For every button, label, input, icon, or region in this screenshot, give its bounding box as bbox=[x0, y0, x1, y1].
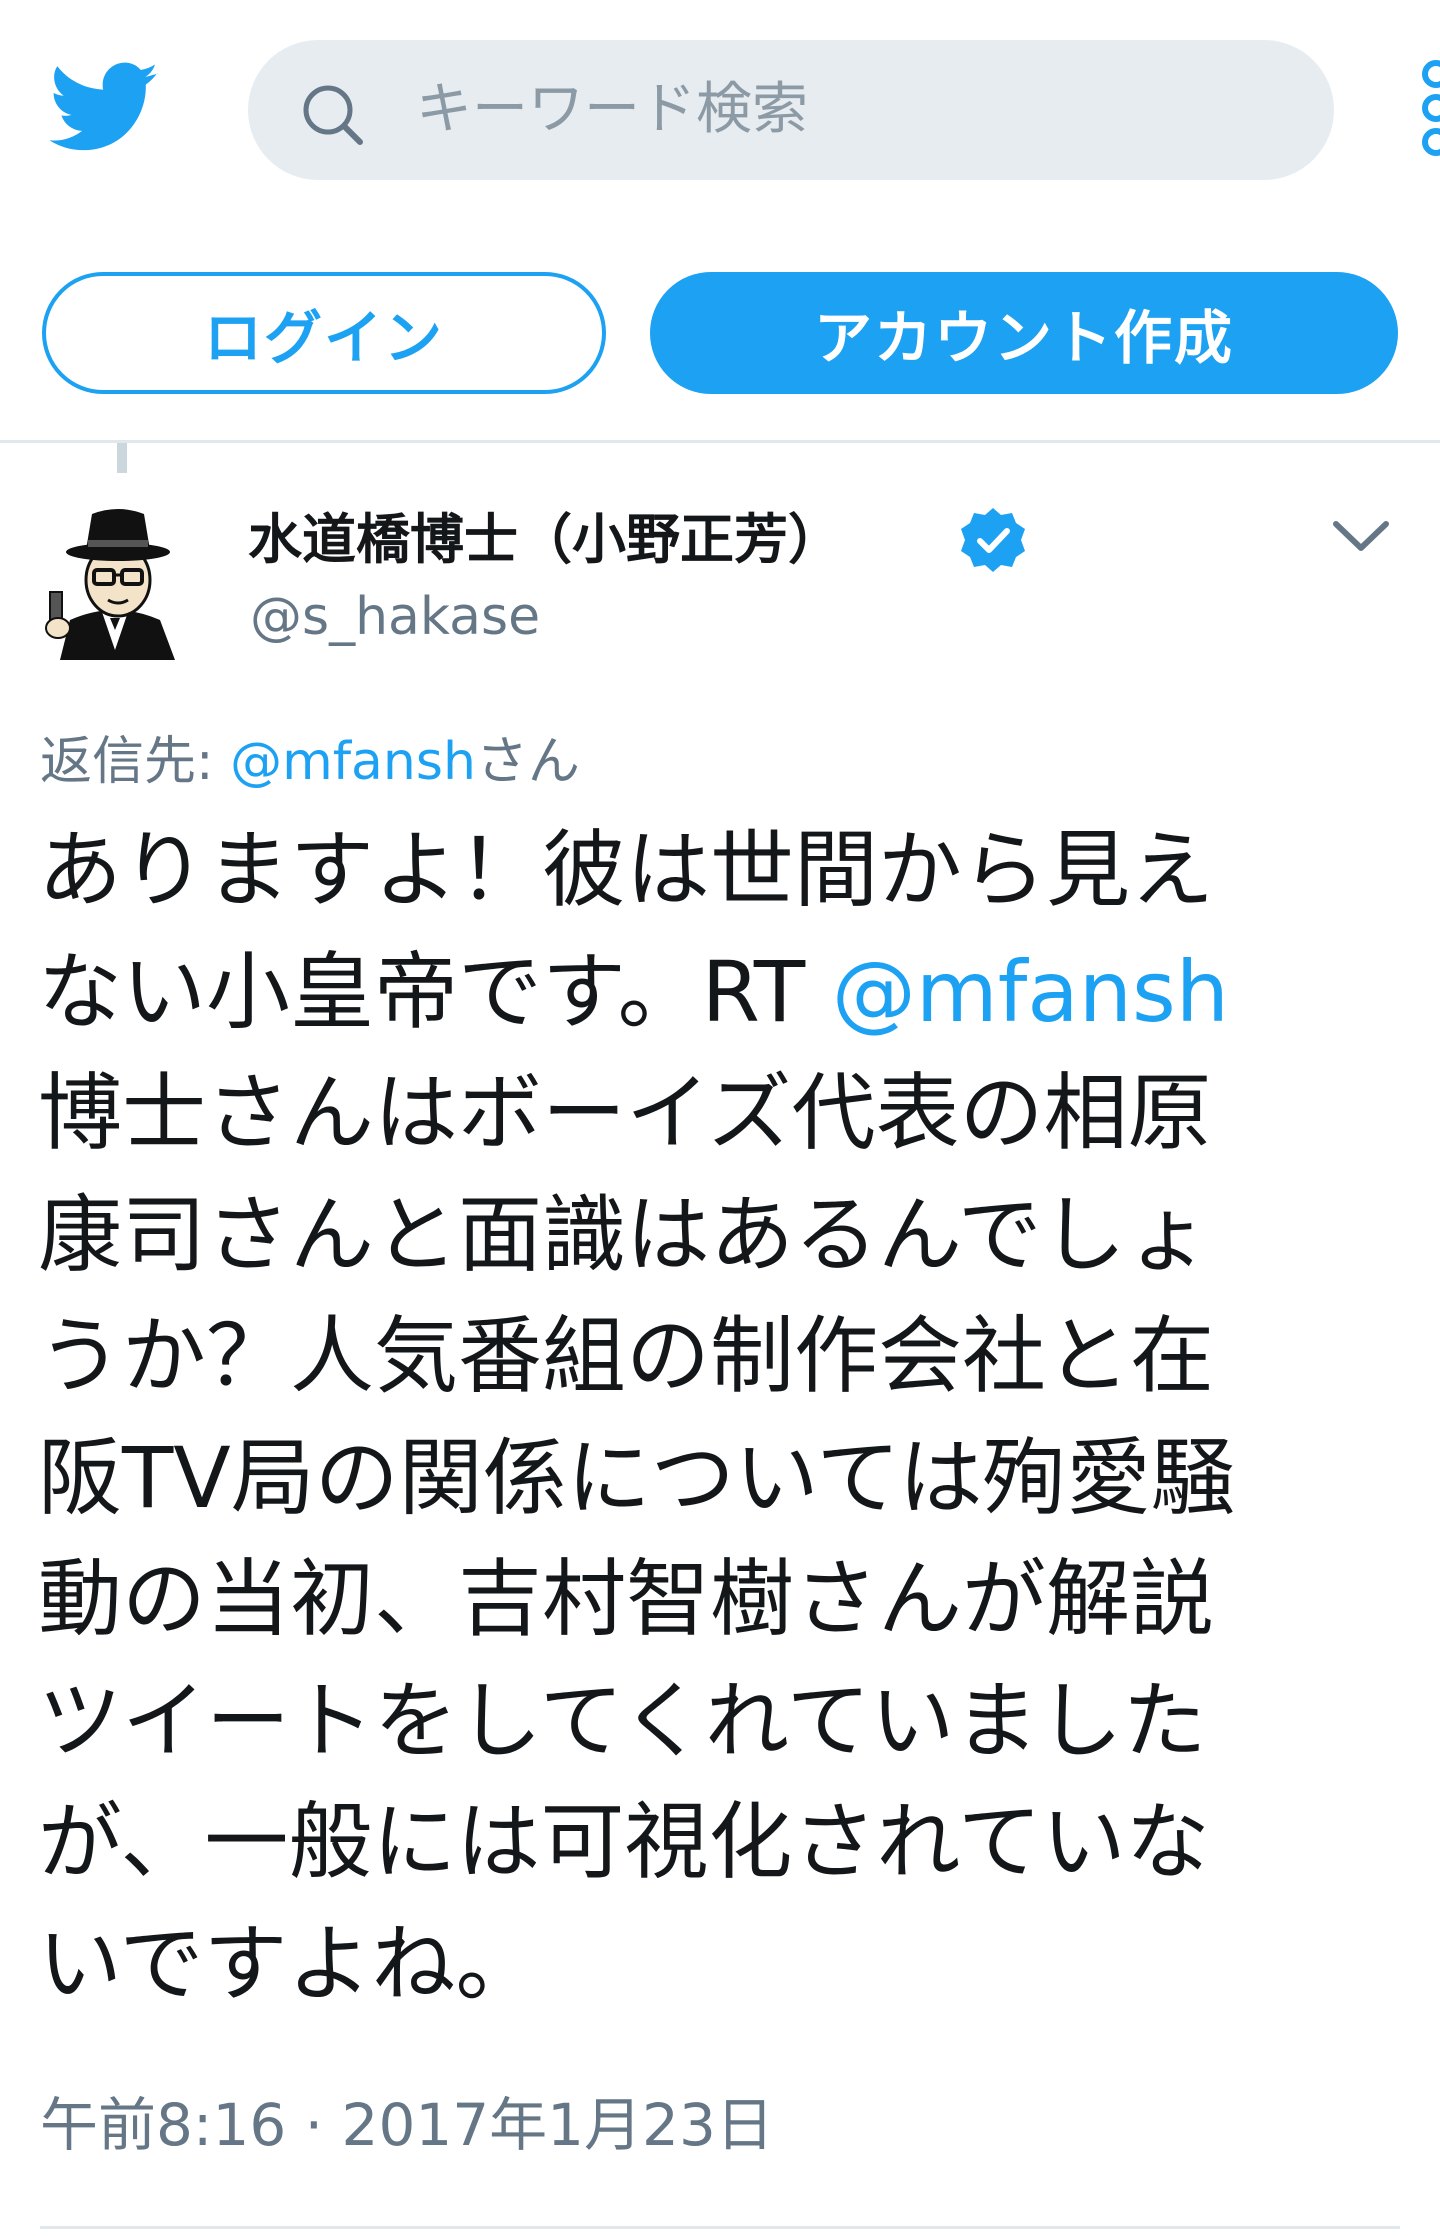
thread-connector bbox=[117, 443, 127, 473]
reply-to: 返信先: @mfanshさん bbox=[40, 722, 580, 802]
tweet-line: が、一般には可視化されていな bbox=[38, 1793, 1210, 1891]
header: キーワード検索 ログイン アカウント作成 bbox=[0, 0, 1440, 440]
reply-to-suffix: さん bbox=[475, 732, 580, 792]
twitter-bird-icon[interactable] bbox=[50, 60, 160, 156]
author-handle[interactable]: @s_hakase bbox=[250, 582, 540, 652]
more-icon[interactable] bbox=[1420, 60, 1440, 160]
tweet-line: いですよね。 bbox=[38, 1914, 540, 2013]
search-input[interactable]: キーワード検索 bbox=[416, 40, 808, 180]
tweet-line: ない小皇帝です。RT @mfansh bbox=[38, 932, 1428, 1054]
reply-to-mention[interactable]: @mfansh bbox=[230, 732, 476, 792]
tweet-line: 阪TV局の関係については殉愛騒 bbox=[38, 1428, 1235, 1527]
login-button[interactable]: ログイン bbox=[42, 272, 606, 394]
divider bbox=[0, 440, 1440, 443]
tweet-line: 博士さんはボーイズ代表の相原 bbox=[38, 1064, 1212, 1162]
search-icon bbox=[303, 85, 363, 145]
search-bar[interactable]: キーワード検索 bbox=[248, 40, 1334, 180]
author-name[interactable]: 水道橋博士（小野正芳） bbox=[248, 500, 842, 580]
divider bbox=[40, 2226, 1400, 2229]
tweet-line-text: ない小皇帝です。RT bbox=[38, 942, 832, 1041]
tweet-timestamp[interactable]: 午前8:16 · 2017年1月23日 bbox=[40, 2080, 774, 2170]
tweet-mention-link[interactable]: @mfansh bbox=[832, 943, 1229, 1041]
tweet-text: ありますよ！彼は世間から見え ない小皇帝です。RT @mfansh 博士さんはボ… bbox=[38, 810, 1428, 2025]
signup-button[interactable]: アカウント作成 bbox=[650, 272, 1398, 394]
tweet-line: 康司さんと面識はあるんでしょ bbox=[38, 1185, 1210, 1284]
tweet-line: ありますよ！彼は世間から見え bbox=[38, 821, 1215, 919]
tweet-line: うか？人気番組の制作会社と在 bbox=[38, 1307, 1215, 1405]
tweet-line: 動の当初、吉村智樹さんが解説 bbox=[38, 1550, 1215, 1648]
tweet-line: ツイートをしてくれていました bbox=[38, 1671, 1207, 1770]
avatar[interactable] bbox=[40, 500, 190, 660]
verified-badge-icon bbox=[961, 508, 1025, 572]
reply-to-prefix: 返信先: bbox=[40, 732, 231, 792]
chevron-down-icon[interactable] bbox=[1330, 516, 1392, 556]
